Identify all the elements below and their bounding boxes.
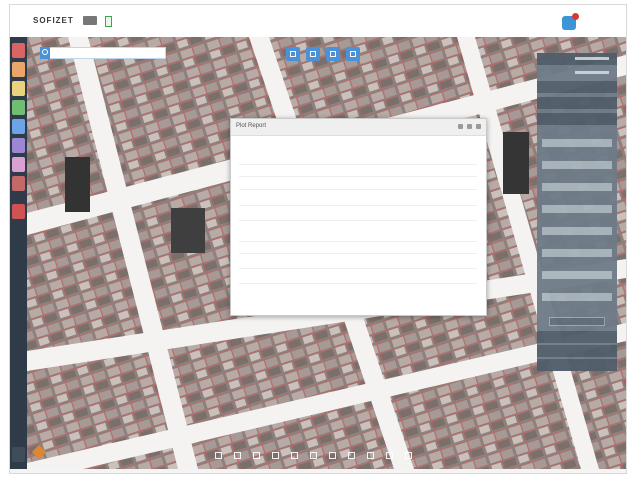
search-input[interactable] <box>40 47 166 59</box>
filter-field-6[interactable] <box>542 249 612 257</box>
bottom-tool-8[interactable] <box>348 452 355 459</box>
filter-field-3[interactable] <box>542 183 612 191</box>
row-divider-1 <box>239 164 477 165</box>
left-toolbar <box>10 37 27 469</box>
close-icon[interactable] <box>476 124 481 129</box>
mode-icon[interactable] <box>105 16 112 27</box>
map-tool-3[interactable] <box>326 47 340 61</box>
bottom-tool-9[interactable] <box>367 452 374 459</box>
dialog-title: Plot Report <box>236 123 267 129</box>
bottom-tool-2[interactable] <box>234 452 241 459</box>
bottom-tool-11[interactable] <box>405 452 412 459</box>
rail-button-9[interactable] <box>12 204 25 219</box>
rail-button-4[interactable] <box>12 100 25 115</box>
panel-row-6[interactable] <box>537 331 617 343</box>
search-icon[interactable] <box>40 47 50 59</box>
rail-button-2[interactable] <box>12 62 25 77</box>
filter-field-4[interactable] <box>542 205 612 213</box>
notification-icon[interactable] <box>562 13 579 30</box>
map-tool-1[interactable] <box>286 47 300 61</box>
row-divider-8 <box>239 268 477 269</box>
apply-button[interactable] <box>549 317 605 326</box>
row-divider-3 <box>239 189 477 190</box>
panel-row-7[interactable] <box>537 345 617 357</box>
rail-button-3[interactable] <box>12 81 25 96</box>
rail-button-7[interactable] <box>12 157 25 172</box>
panel-row-5[interactable] <box>537 113 617 125</box>
opacity-slider-2[interactable] <box>575 71 609 74</box>
bottom-tool-7[interactable] <box>329 452 336 459</box>
rail-button-8[interactable] <box>12 176 25 191</box>
filter-field-1[interactable] <box>542 139 612 147</box>
maximize-icon[interactable] <box>467 124 472 129</box>
bottom-tool-1[interactable] <box>215 452 222 459</box>
row-divider-4 <box>239 205 477 206</box>
bottom-tool-10[interactable] <box>386 452 393 459</box>
filter-field-2[interactable] <box>542 161 612 169</box>
row-divider-5 <box>239 220 477 221</box>
panel-row-8[interactable] <box>537 359 617 371</box>
dialog-header: Plot Report <box>231 119 486 136</box>
bottom-toolbar <box>215 451 425 461</box>
panel-row-4[interactable] <box>537 97 617 109</box>
bottom-tool-5[interactable] <box>291 452 298 459</box>
bottom-tool-6[interactable] <box>310 452 317 459</box>
map-tool-4[interactable] <box>346 47 360 61</box>
filter-field-5[interactable] <box>542 227 612 235</box>
rail-button-6[interactable] <box>12 138 25 153</box>
row-divider-9 <box>239 283 477 284</box>
rail-button-1[interactable] <box>12 43 25 58</box>
bottom-tool-3[interactable] <box>253 452 260 459</box>
row-divider-6 <box>239 241 477 242</box>
filter-field-7[interactable] <box>542 271 612 279</box>
row-divider-7 <box>239 253 477 254</box>
plot-report-dialog: Plot Report <box>230 118 487 316</box>
opacity-slider-1[interactable] <box>575 57 609 60</box>
rail-button-5[interactable] <box>12 119 25 134</box>
map-tool-2[interactable] <box>306 47 320 61</box>
panel-row-3[interactable] <box>537 81 617 93</box>
minimize-icon[interactable] <box>458 124 463 129</box>
row-divider-2 <box>239 176 477 177</box>
layers-panel <box>537 53 617 371</box>
top-bar: SOFIZET <box>10 5 626 38</box>
app-logo: SOFIZET <box>33 16 74 25</box>
settings-icon[interactable] <box>12 447 25 462</box>
bottom-tool-4[interactable] <box>272 452 279 459</box>
filter-field-8[interactable] <box>542 293 612 301</box>
logo-badge <box>83 16 97 25</box>
